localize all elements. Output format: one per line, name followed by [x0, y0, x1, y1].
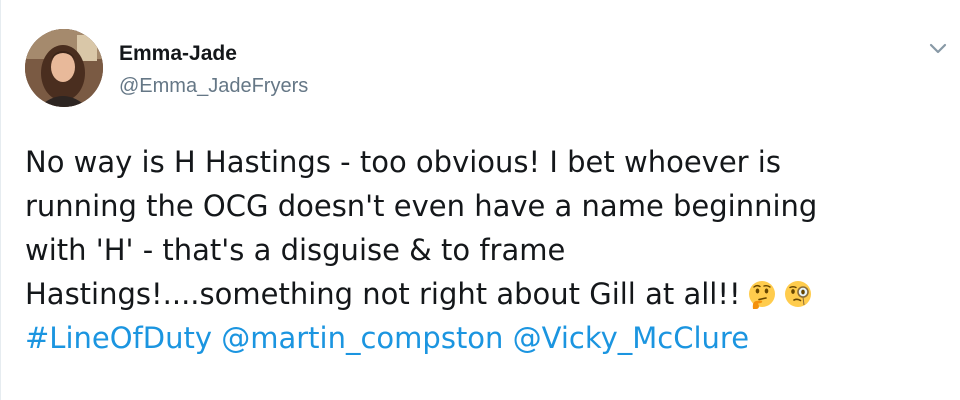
tweet-text-line: No way is H Hastings - too obvious! I be…: [25, 145, 781, 179]
avatar-image: [25, 29, 103, 107]
author-handle[interactable]: @Emma_JadeFryers: [119, 73, 308, 99]
tweet-text-line: running the OCG doesn't even have a name…: [25, 189, 818, 223]
author-display-name[interactable]: Emma-Jade: [119, 41, 237, 67]
tweet-text-line: Hastings!....something not right about G…: [25, 277, 741, 311]
avatar[interactable]: [25, 29, 103, 107]
mention-link[interactable]: @martin_compston: [221, 321, 503, 355]
tweet-text-line: with 'H' - that's a disguise & to frame: [25, 233, 566, 267]
thinking-face-icon: [747, 279, 777, 309]
chevron-down-icon[interactable]: [927, 40, 949, 58]
tweet-text: No way is H Hastings - too obvious! I be…: [25, 140, 930, 360]
hashtag-link[interactable]: #LineOfDuty: [25, 321, 212, 355]
face-with-monocle-icon: [783, 279, 813, 309]
tweet-links-line: #LineOfDuty @martin_compston @Vicky_McCl…: [25, 316, 930, 360]
mention-link[interactable]: @Vicky_McClure: [513, 321, 749, 355]
tweet-card: Emma-Jade @Emma_JadeFryers No way is H H…: [0, 0, 960, 400]
tweet-text-line-with-emojis: Hastings!....something not right about G…: [25, 272, 930, 316]
